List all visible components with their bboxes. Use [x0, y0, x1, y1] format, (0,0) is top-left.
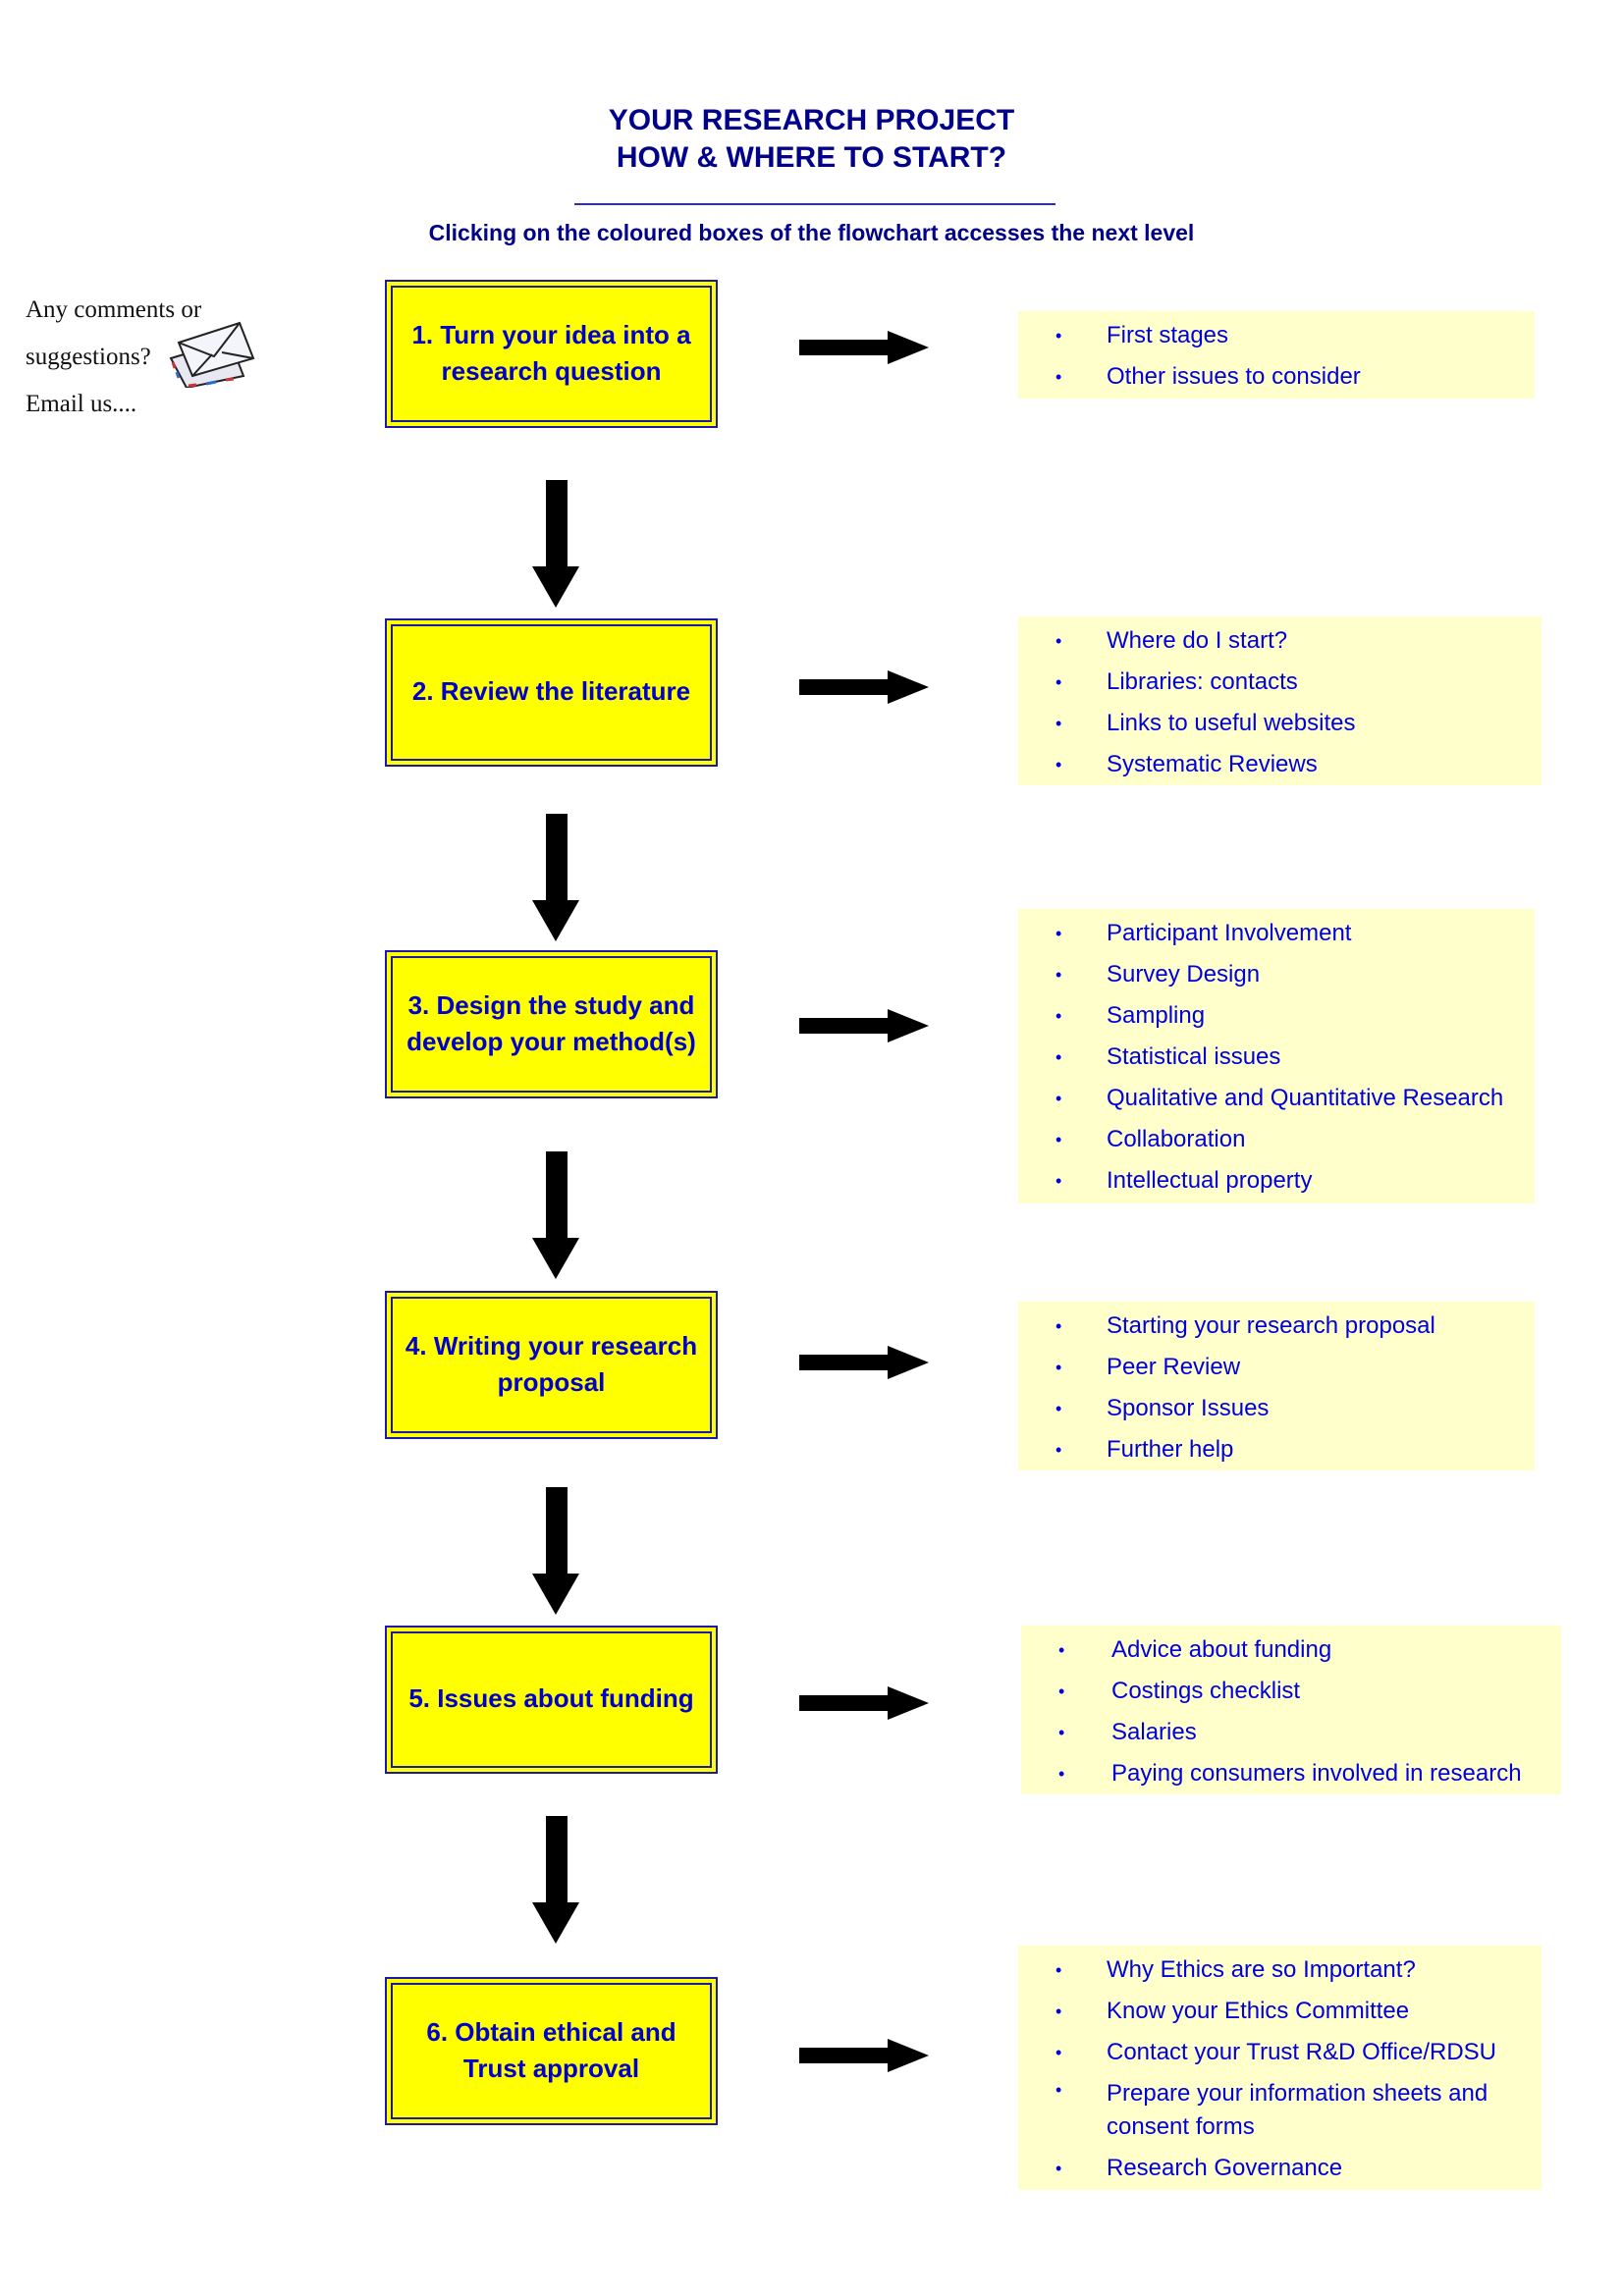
link-qual-quant-research[interactable]: • Qualitative and Quantitative Research — [1018, 1078, 1535, 1119]
link-paying-consumers[interactable]: • Paying consumers involved in research — [1021, 1753, 1561, 1794]
bullet-icon: • — [1055, 1440, 1062, 1460]
step-4-box[interactable]: 4. Writing your research proposal — [385, 1291, 718, 1439]
arrow-right-icon — [799, 1686, 929, 1720]
step-6-links-panel: • Why Ethics are so Important? • Know your… — [1018, 1946, 1542, 2190]
link-salaries[interactable]: • Salaries — [1021, 1712, 1561, 1753]
bullet-icon: • — [1058, 1764, 1065, 1784]
step-2-links-panel: • Where do I start? • Libraries: contacts … — [1018, 616, 1542, 785]
link-statistical-issues[interactable]: • Statistical issues — [1018, 1037, 1535, 1078]
bullet-icon: • — [1055, 2002, 1062, 2021]
bullet-icon: • — [1055, 755, 1062, 774]
arrow-right-icon — [799, 1346, 929, 1379]
arrow-down-icon — [532, 814, 579, 941]
arrow-right-icon — [799, 2039, 929, 2072]
bullet-icon: • — [1055, 2043, 1062, 2062]
link-information-sheets[interactable]: • Prepare your information sheets and con… — [1018, 2073, 1542, 2148]
bullet-icon: • — [1055, 1089, 1062, 1108]
arrow-down-icon — [532, 1487, 579, 1615]
bullet-icon: • — [1055, 1171, 1062, 1191]
step-5-label: 5. Issues about funding — [408, 1683, 694, 1713]
arrow-right-icon — [799, 331, 929, 364]
step-2-label: 2. Review the literature — [411, 676, 691, 706]
bullet-icon: • — [1055, 2080, 1062, 2100]
link-collaboration[interactable]: • Collaboration — [1018, 1119, 1535, 1160]
arrow-down-icon — [532, 1816, 579, 1944]
link-useful-websites[interactable]: • Links to useful websites — [1018, 703, 1542, 744]
link-other-issues[interactable]: • Other issues to consider — [1018, 356, 1535, 398]
bullet-icon: • — [1058, 1682, 1065, 1701]
step-4-label: 4. Writing your research proposal — [405, 1331, 698, 1397]
step-6-box[interactable]: 6. Obtain ethical and Trust approval — [385, 1977, 718, 2125]
arrow-right-icon — [799, 670, 929, 704]
link-advice-funding[interactable]: • Advice about funding — [1021, 1629, 1561, 1671]
link-libraries-contacts[interactable]: • Libraries: contacts — [1018, 662, 1542, 703]
step-6-label: 6. Obtain ethical and Trust approval — [426, 2017, 676, 2083]
link-where-do-i-start[interactable]: • Where do I start? — [1018, 620, 1542, 662]
link-sponsor-issues[interactable]: • Sponsor Issues — [1018, 1388, 1535, 1429]
step-1-links-panel: • First stages • Other issues to consider — [1018, 311, 1535, 399]
step-3-label: 3. Design the study and develop your met… — [406, 990, 696, 1056]
step-3-box[interactable]: 3. Design the study and develop your met… — [385, 950, 718, 1098]
arrow-down-icon — [532, 1151, 579, 1279]
bullet-icon: • — [1058, 1723, 1065, 1742]
contact-email-link[interactable]: Email us.... — [26, 381, 201, 428]
envelope-icon[interactable] — [165, 319, 255, 388]
link-intellectual-property[interactable]: • Intellectual property — [1018, 1160, 1535, 1201]
bullet-icon: • — [1055, 1047, 1062, 1067]
arrow-down-icon — [532, 480, 579, 608]
bullet-icon: • — [1055, 2159, 1062, 2178]
bullet-icon: • — [1055, 714, 1062, 733]
link-first-stages[interactable]: • First stages — [1018, 315, 1535, 356]
bullet-icon: • — [1055, 1358, 1062, 1377]
link-why-ethics[interactable]: • Why Ethics are so Important? — [1018, 1949, 1542, 1991]
bullet-icon: • — [1055, 1960, 1062, 1980]
step-1-label: 1. Turn your idea into a research questi… — [411, 320, 691, 386]
bullet-icon: • — [1058, 1640, 1065, 1660]
bullet-icon: • — [1055, 1399, 1062, 1418]
instructions-subtitle: Clicking on the coloured boxes of the fl… — [428, 220, 1195, 245]
link-ethics-committee[interactable]: • Know your Ethics Committee — [1018, 1991, 1542, 2032]
bullet-icon: • — [1055, 631, 1062, 651]
link-participant-involvement[interactable]: • Participant Involvement — [1018, 913, 1535, 954]
arrow-right-icon — [799, 1009, 929, 1042]
step-5-links-panel: • Advice about funding • Costings checklis… — [1021, 1626, 1561, 1794]
title-divider — [574, 203, 1055, 205]
step-4-links-panel: • Starting your research proposal • Peer R… — [1018, 1302, 1535, 1470]
bullet-icon: • — [1055, 924, 1062, 943]
step-2-box[interactable]: 2. Review the literature — [385, 618, 718, 767]
page-title-line-1: YOUR RESEARCH PROJECT — [608, 104, 1015, 136]
page-title-line-2: HOW & WHERE TO START? — [616, 141, 1007, 174]
step-3-links-panel: • Participant Involvement • Survey Design … — [1018, 909, 1535, 1203]
step-5-box[interactable]: 5. Issues about funding — [385, 1626, 718, 1774]
bullet-icon: • — [1055, 326, 1062, 346]
step-1-box[interactable]: 1. Turn your idea into a research questi… — [385, 280, 718, 428]
link-contact-trust-rd[interactable]: • Contact your Trust R&D Office/RDSU — [1018, 2032, 1542, 2073]
link-further-help[interactable]: • Further help — [1018, 1429, 1535, 1470]
link-survey-design[interactable]: • Survey Design — [1018, 954, 1535, 995]
link-systematic-reviews[interactable]: • Systematic Reviews — [1018, 744, 1542, 785]
link-starting-proposal[interactable]: • Starting your research proposal — [1018, 1306, 1535, 1347]
bullet-icon: • — [1055, 367, 1062, 387]
link-sampling[interactable]: • Sampling — [1018, 995, 1535, 1037]
bullet-icon: • — [1055, 1006, 1062, 1026]
link-peer-review[interactable]: • Peer Review — [1018, 1347, 1535, 1388]
bullet-icon: • — [1055, 1316, 1062, 1336]
bullet-icon: • — [1055, 1130, 1062, 1149]
link-costings-checklist[interactable]: • Costings checklist — [1021, 1671, 1561, 1712]
bullet-icon: • — [1055, 965, 1062, 985]
link-research-governance[interactable]: • Research Governance — [1018, 2148, 1542, 2189]
bullet-icon: • — [1055, 672, 1062, 692]
